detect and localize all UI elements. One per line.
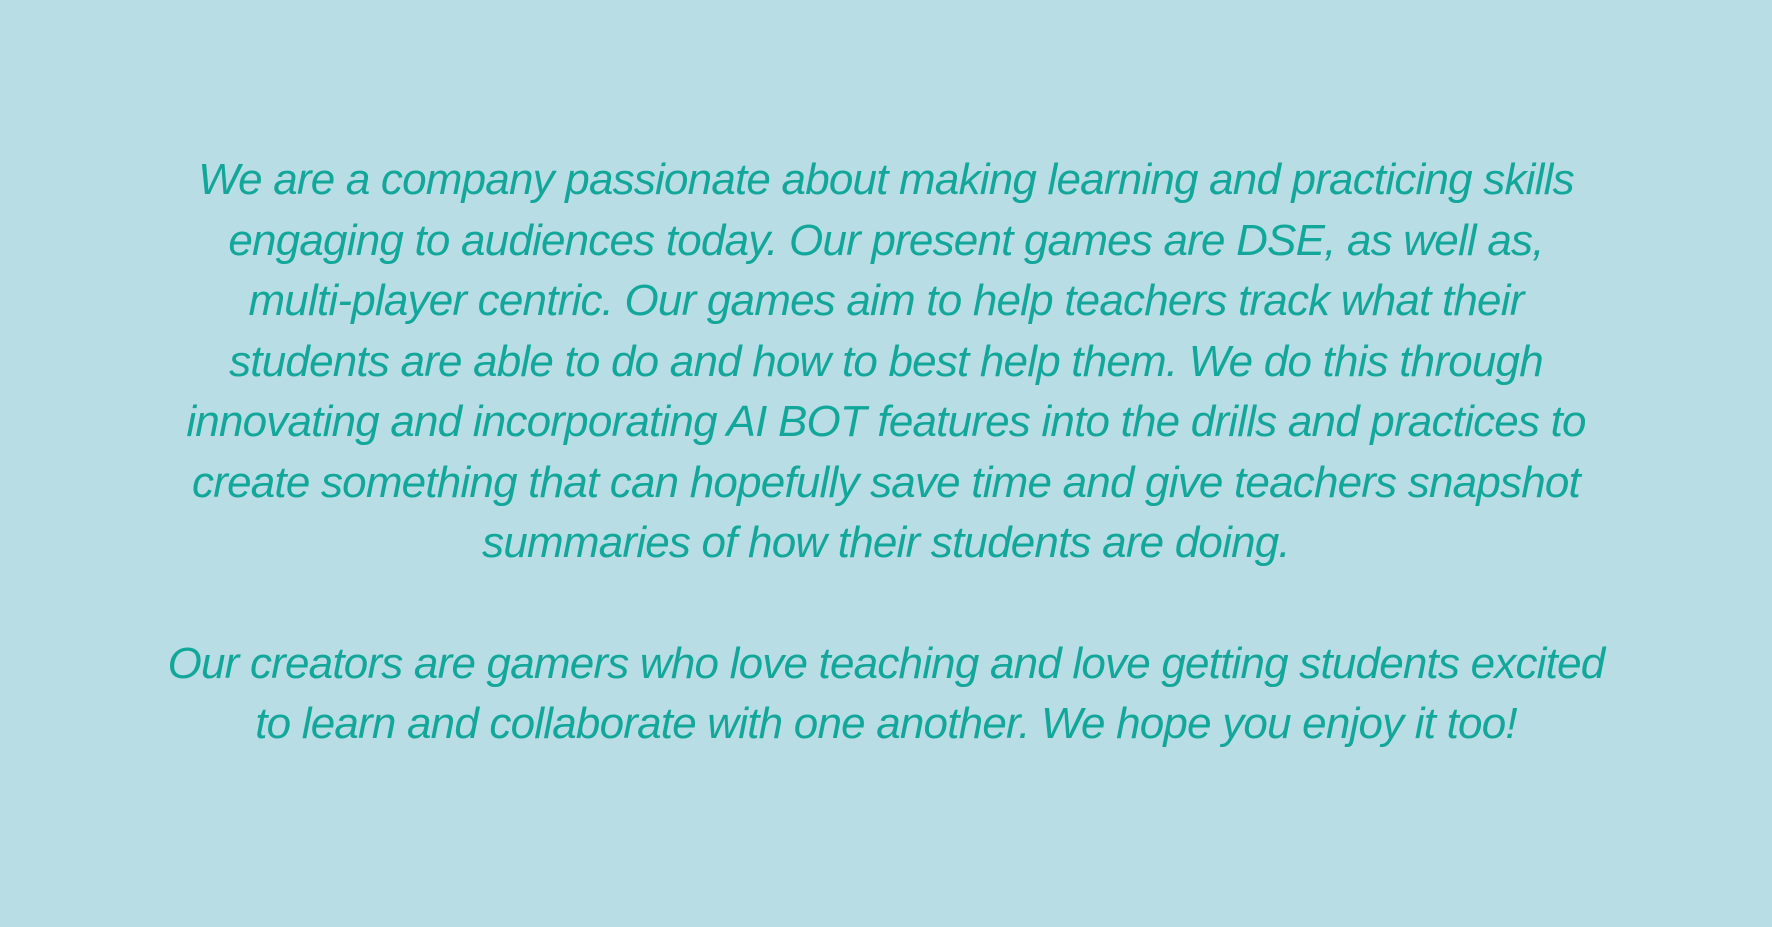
mission-paragraph: We are a company passionate about making…: [0, 150, 1772, 574]
mission-line: summaries of how their students are doin…: [482, 518, 1291, 567]
mission-line: innovating and incorporating AI BOT feat…: [186, 397, 1586, 446]
about-page: We are a company passionate about making…: [0, 0, 1772, 927]
mission-line: students are able to do and how to best …: [229, 336, 1544, 386]
mission-line: engaging to audiences today. Our present…: [228, 215, 1544, 265]
creators-paragraph: Our creators are gamers who love teachin…: [0, 634, 1772, 755]
mission-line: create something that can hopefully save…: [192, 457, 1581, 507]
creators-line: to learn and collaborate with one anothe…: [255, 699, 1517, 748]
mission-line: multi-player centric. Our games aim to h…: [248, 276, 1524, 325]
mission-line: We are a company passionate about making…: [198, 155, 1574, 204]
about-text-block: We are a company passionate about making…: [0, 150, 1772, 755]
creators-line: Our creators are gamers who love teachin…: [167, 638, 1606, 688]
